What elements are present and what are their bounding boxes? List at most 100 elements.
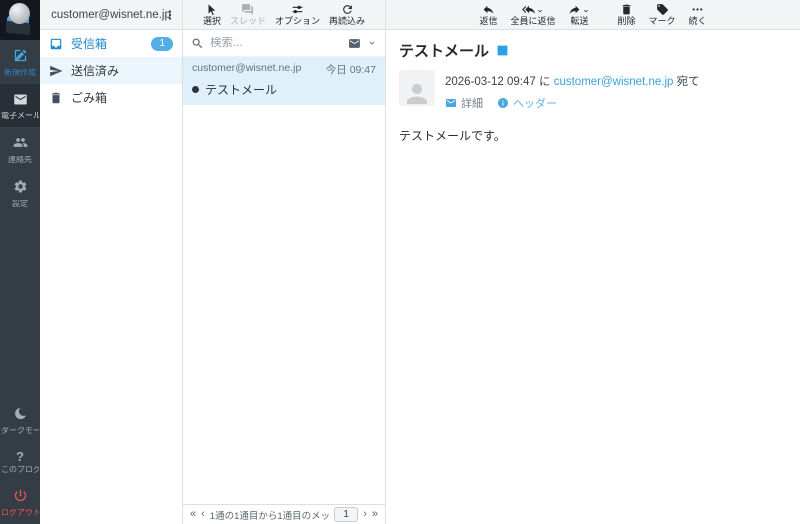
last-page-icon[interactable]: » bbox=[372, 509, 378, 520]
sliders-icon bbox=[291, 3, 304, 16]
message-view-pane: 返信 全員に返信 転送 削除 bbox=[386, 0, 800, 524]
sidebar-item-label: 新規作成 bbox=[4, 69, 36, 78]
sidebar-item-label: 電子メール bbox=[1, 112, 39, 121]
first-page-icon[interactable]: « bbox=[190, 509, 196, 520]
delete-label: 削除 bbox=[617, 17, 635, 27]
power-icon bbox=[13, 488, 28, 506]
sidebar-item-about[interactable]: ? このプログ... bbox=[0, 442, 40, 481]
forward-button[interactable]: 転送 bbox=[568, 0, 590, 29]
search-icon[interactable] bbox=[191, 37, 204, 50]
details-toggle[interactable]: 詳細 bbox=[445, 95, 483, 111]
headers-label: ヘッダー bbox=[513, 95, 557, 111]
reply-button[interactable]: 返信 bbox=[479, 0, 497, 29]
folder-item-sent[interactable]: 送信済み bbox=[40, 57, 182, 84]
mail-icon bbox=[13, 92, 28, 110]
options-label: オプション bbox=[275, 17, 320, 27]
chevron-down-icon bbox=[536, 7, 544, 15]
message-subject: テストメール bbox=[205, 81, 277, 98]
message-header: 2026-03-12 09:47 に customer@wisnet.ne.jp… bbox=[399, 70, 787, 111]
info-icon bbox=[497, 97, 509, 109]
sidebar-item-label: 連絡先 bbox=[8, 156, 32, 165]
folder-item-inbox[interactable]: 受信箱 1 bbox=[40, 30, 182, 57]
message-list-pane: 選択 スレッド オプション 再読込み customer@wisnet. bbox=[183, 0, 386, 524]
pagination-bar: « ‹ 1通の1通目から1通目のメッセージ › » bbox=[183, 504, 385, 524]
list-toolbar: 選択 スレッド オプション 再読込み bbox=[183, 0, 385, 30]
reply-all-label: 全員に返信 bbox=[510, 17, 555, 27]
sidebar-item-dark-mode[interactable]: ダークモー... bbox=[0, 398, 40, 442]
open-in-new-window-icon[interactable] bbox=[496, 44, 509, 57]
page-number-input[interactable] bbox=[334, 507, 358, 522]
webmail-app: 新規作成 電子メール 連絡先 設定 ダークモー... ? このプログ... ログ… bbox=[0, 0, 800, 524]
reply-icon bbox=[482, 3, 495, 16]
task-sidebar: 新規作成 電子メール 連絡先 設定 ダークモー... ? このプログ... ログ… bbox=[0, 0, 40, 524]
ellipsis-icon bbox=[691, 3, 704, 16]
message-list-item[interactable]: customer@wisnet.ne.jp 今日 09:47 テストメール bbox=[183, 57, 385, 105]
search-input[interactable] bbox=[210, 37, 342, 49]
options-button[interactable]: オプション bbox=[275, 0, 320, 29]
more-button[interactable]: 続く bbox=[689, 0, 707, 29]
prev-page-icon[interactable]: ‹ bbox=[201, 509, 205, 520]
refresh-button[interactable]: 再読込み bbox=[329, 0, 365, 29]
sidebar-item-settings[interactable]: 設定 bbox=[0, 171, 40, 215]
delete-button[interactable]: 削除 bbox=[617, 0, 635, 29]
folder-label: 受信箱 bbox=[71, 35, 107, 52]
forward-label: 転送 bbox=[570, 17, 588, 27]
sidebar-item-label: このプログ... bbox=[1, 466, 39, 475]
message-content: テストメール 2026-03-12 09:47 に customer@wisne… bbox=[386, 30, 800, 524]
sender-avatar bbox=[399, 70, 435, 106]
thread-button[interactable]: スレッド bbox=[230, 0, 266, 29]
help-icon: ? bbox=[16, 450, 24, 463]
recipient-email-link[interactable]: customer@wisnet.ne.jp bbox=[554, 76, 674, 88]
message-subject-title: テストメール bbox=[399, 40, 489, 61]
search-scope-mail-icon[interactable] bbox=[348, 37, 361, 50]
sidebar-item-logout[interactable]: ログアウト bbox=[0, 480, 40, 524]
select-button[interactable]: 選択 bbox=[203, 0, 221, 29]
folder-pane: customer@wisnet.ne.jp 受信箱 1 送信済み ごみ箱 bbox=[40, 0, 183, 524]
refresh-icon bbox=[341, 3, 354, 16]
tag-icon bbox=[656, 3, 669, 16]
next-page-icon[interactable]: › bbox=[363, 509, 367, 520]
gear-icon bbox=[13, 179, 28, 197]
unread-dot bbox=[192, 86, 199, 93]
message-date-text: 2026-03-12 09:47 に bbox=[445, 76, 551, 88]
cursor-icon bbox=[205, 3, 218, 16]
message-sender: customer@wisnet.ne.jp bbox=[192, 62, 301, 77]
sidebar-item-mail[interactable]: 電子メール bbox=[0, 84, 40, 128]
contacts-icon bbox=[13, 135, 28, 153]
refresh-label: 再読込み bbox=[329, 17, 365, 27]
mark-button[interactable]: マーク bbox=[649, 0, 676, 29]
trash-icon bbox=[49, 91, 63, 105]
message-list-empty-area bbox=[183, 105, 385, 504]
select-label: 選択 bbox=[203, 17, 221, 27]
inbox-icon bbox=[49, 37, 63, 51]
forward-icon bbox=[568, 3, 581, 16]
mark-label: マーク bbox=[649, 17, 676, 27]
account-email: customer@wisnet.ne.jp bbox=[51, 9, 171, 21]
more-label: 続く bbox=[689, 17, 707, 27]
headers-toggle[interactable]: ヘッダー bbox=[497, 95, 557, 111]
sidebar-item-label: ダークモー... bbox=[1, 427, 39, 436]
compose-icon bbox=[13, 48, 28, 66]
app-logo-avatar bbox=[0, 0, 40, 40]
sidebar-item-contacts[interactable]: 連絡先 bbox=[0, 127, 40, 171]
folder-actions-menu-icon[interactable] bbox=[161, 5, 179, 25]
folder-item-trash[interactable]: ごみ箱 bbox=[40, 84, 182, 111]
reply-all-icon bbox=[522, 3, 535, 16]
pagination-text: 1通の1通目から1通目のメッセージ bbox=[210, 508, 329, 522]
search-options-chevron-icon[interactable] bbox=[367, 38, 377, 48]
thread-icon bbox=[241, 3, 254, 16]
account-header: customer@wisnet.ne.jp bbox=[40, 0, 182, 30]
message-meta: 2026-03-12 09:47 に customer@wisnet.ne.jp… bbox=[445, 73, 700, 89]
sidebar-item-label: ログアウト bbox=[1, 509, 39, 518]
message-date: 今日 09:47 bbox=[326, 62, 376, 77]
moon-icon bbox=[13, 406, 28, 424]
sidebar-item-compose[interactable]: 新規作成 bbox=[0, 40, 40, 84]
message-toolbar: 返信 全員に返信 転送 削除 bbox=[386, 0, 800, 30]
folder-label: 送信済み bbox=[71, 62, 119, 79]
chevron-down-icon bbox=[582, 7, 590, 15]
trash-icon bbox=[620, 3, 633, 16]
message-body: テストメールです。 bbox=[399, 127, 787, 144]
envelope-icon bbox=[445, 97, 457, 109]
reply-all-button[interactable]: 全員に返信 bbox=[510, 0, 555, 29]
paper-plane-icon bbox=[49, 64, 63, 78]
